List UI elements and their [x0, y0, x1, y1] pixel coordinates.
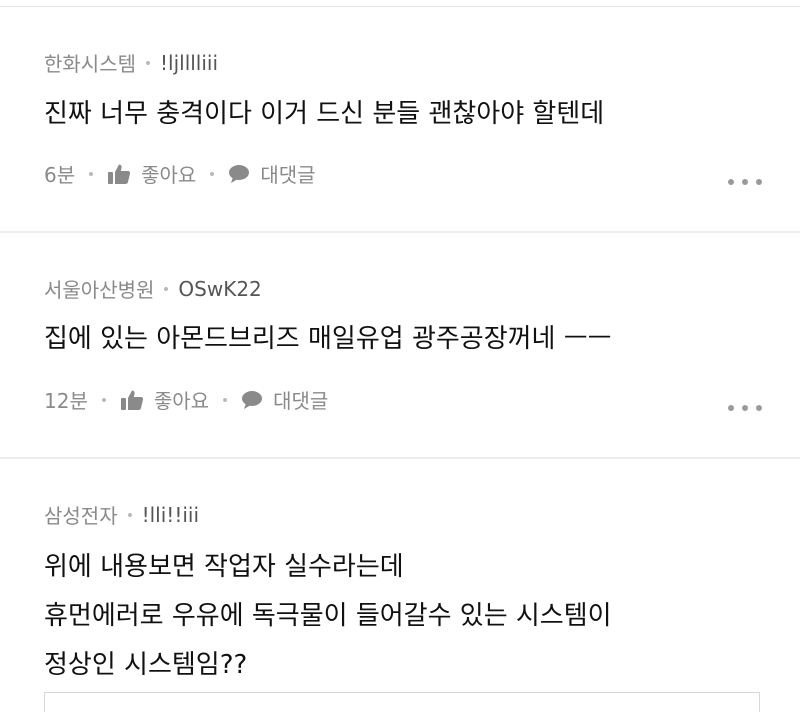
like-button[interactable]: 좋아요: [120, 385, 209, 414]
comment-line: 정상인 시스템임??: [44, 650, 248, 680]
comment-body: 위에 내용보면 작업자 실수라는데 휴먼에러로 우유에 독극물이 들어갈수 있는…: [44, 543, 612, 690]
speech-bubble-icon: [229, 164, 250, 183]
thumbs-up-icon: [108, 164, 131, 184]
comment-body: 집에 있는 아몬드브리즈 매일유업 광주공장꺼네 ㅡㅡ: [44, 316, 612, 362]
separator-dot: [146, 60, 150, 65]
reply-label: 대댓글: [260, 163, 316, 187]
user-id[interactable]: !ljlllliii: [160, 51, 218, 75]
comment-actions: 6분 좋아요 대댓글: [44, 159, 316, 188]
company-name: 한화시스템: [44, 52, 136, 76]
comment-line: 위에 내용보면 작업자 실수라는데: [44, 552, 404, 582]
company-name: 서울아산병원: [44, 278, 155, 302]
comment-line: 진짜 너무 충격이다 이거 드신 분들 괜찮아야 할텐데: [44, 99, 605, 129]
more-dots-icon: [742, 405, 748, 411]
more-dots-icon: [728, 179, 734, 185]
like-label: 좋아요: [153, 389, 210, 413]
comment-line: 휴먼에러로 우유에 독극물이 들어갈수 있는 시스템이: [44, 601, 612, 631]
more-dots-icon: [756, 405, 762, 411]
separator-dot: [210, 171, 215, 176]
comment-time: 12분: [44, 389, 88, 413]
separator-dot: [89, 171, 94, 176]
reply-label: 대댓글: [273, 389, 329, 413]
separator-dot: [223, 397, 228, 402]
separator-dot: [127, 512, 132, 517]
more-dots-icon: [728, 405, 734, 411]
reply-button[interactable]: 대댓글: [241, 385, 328, 414]
comment-actions: 12분 좋아요 대댓글: [44, 385, 328, 414]
like-button[interactable]: 좋아요: [107, 159, 196, 188]
user-id[interactable]: !lli!!iii: [142, 503, 199, 527]
speech-bubble-icon: [242, 390, 263, 409]
user-id[interactable]: OSwK22: [178, 277, 261, 301]
comment-meta: 삼성전자 !lli!!iii: [44, 500, 199, 529]
like-label: 좋아요: [141, 163, 197, 187]
separator-dot: [101, 397, 106, 402]
more-dots-icon: [742, 179, 748, 185]
comment-meta: 서울아산병원 OSwK22: [44, 274, 262, 303]
thumbs-up-icon: [120, 390, 143, 410]
more-dots-icon: [756, 179, 762, 185]
separator-dot: [164, 286, 169, 291]
reply-button[interactable]: 대댓글: [228, 159, 316, 188]
company-name: 삼성전자: [44, 504, 118, 528]
comment-time: 6분: [44, 163, 76, 187]
comment-meta: 한화시스템 !ljlllliii: [44, 48, 218, 77]
more-options-button[interactable]: [728, 179, 762, 185]
nested-reply-box: [44, 692, 760, 712]
comment-line: 집에 있는 아몬드브리즈 매일유업 광주공장꺼네 ㅡㅡ: [44, 324, 612, 354]
more-options-button[interactable]: [728, 405, 762, 411]
comment-body: 진짜 너무 충격이다 이거 드신 분들 괜찮아야 할텐데: [44, 91, 604, 137]
